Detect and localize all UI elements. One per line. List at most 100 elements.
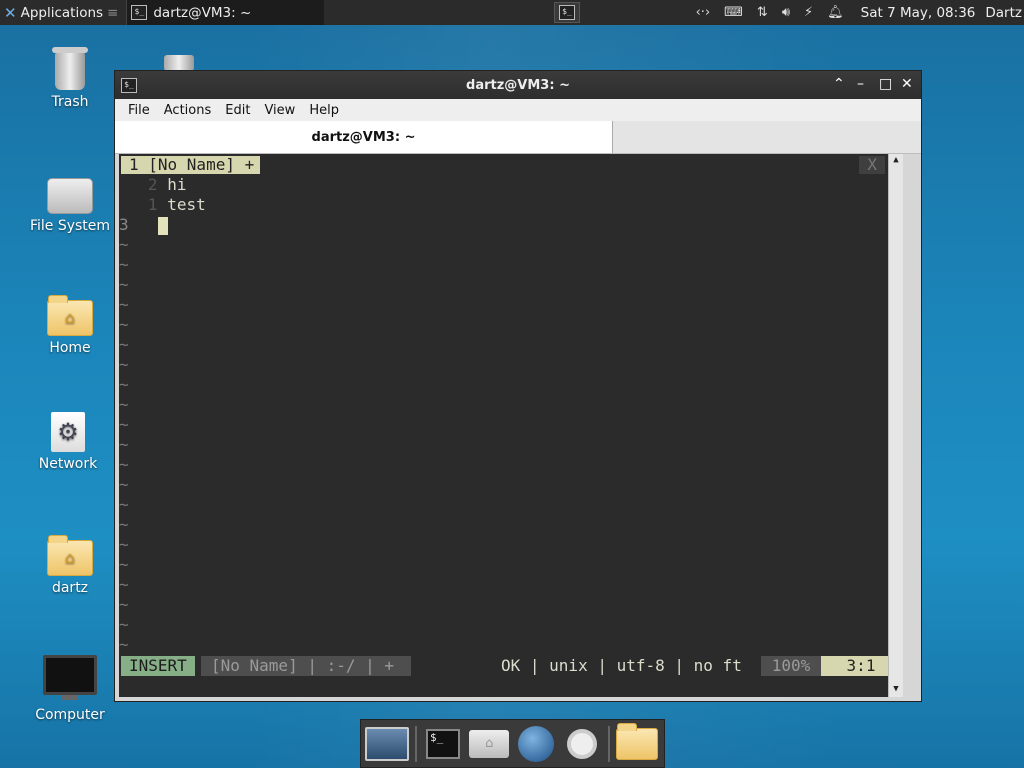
status-filename: [No Name] | :-/ | + xyxy=(201,656,411,676)
desktop-icon-network[interactable]: ⚙ Network xyxy=(18,412,118,472)
dock-web-browser[interactable] xyxy=(515,724,555,764)
magnifier-icon xyxy=(566,728,597,759)
menu-separator-icon: ≡ xyxy=(107,4,119,21)
vim-tilde-line: ~ xyxy=(119,395,129,414)
network-status-icon[interactable]: ‹·› xyxy=(696,5,711,20)
hard-drive-icon xyxy=(47,178,93,214)
vim-tilde-line: ~ xyxy=(119,235,129,254)
text-cursor xyxy=(157,216,168,235)
applications-menu[interactable]: ✕ Applications ≡ xyxy=(0,0,122,25)
network-gear-icon: ⚙ xyxy=(51,412,85,452)
terminal-area[interactable]: 1 [No Name] + X 2 hi 1 test 3 ~ ~ ~ ~ ~ ~ ~ ~ ~ ~… xyxy=(119,154,903,697)
home-folder-icon: ⌂ xyxy=(469,729,510,758)
desktop-icon-label: Trash xyxy=(51,94,89,110)
keyboard-icon[interactable]: ⌨ xyxy=(724,5,743,20)
tab-bar: dartz@VM3: ~ xyxy=(115,121,921,154)
globe-icon xyxy=(517,725,554,762)
dock-terminal[interactable]: $_ xyxy=(423,724,463,764)
status-mode: INSERT xyxy=(121,656,195,676)
vim-status-line: INSERT [No Name] | :-/ | + OK | unix | u… xyxy=(121,656,901,676)
home-folder-icon: ⌂ xyxy=(47,295,93,336)
vim-tilde-line: ~ xyxy=(119,515,129,534)
window-title: dartz@VM3: ~ xyxy=(466,77,570,93)
vim-tilde-line: ~ xyxy=(119,595,129,614)
top-panel: ✕ Applications ≡ $_ dartz@VM3: ~ $_ ‹·› … xyxy=(0,0,1024,25)
vim-tilde-line: ~ xyxy=(119,575,129,594)
vim-tilde-line: ~ xyxy=(119,415,129,434)
menu-edit[interactable]: Edit xyxy=(225,103,250,118)
terminal-window: $_ dartz@VM3: ~ ⌃ – □ ✕ File Actions Edi… xyxy=(114,70,922,702)
network-transfer-icon[interactable]: ⇅ xyxy=(757,5,768,20)
desktop-icon-label: Network xyxy=(38,456,98,472)
window-titlebar[interactable]: $_ dartz@VM3: ~ ⌃ – □ ✕ xyxy=(115,71,921,99)
vim-tilde-line: ~ xyxy=(119,535,129,554)
dock-separator xyxy=(415,725,417,762)
status-percent: 100% xyxy=(761,656,821,676)
desktop-icon-label: Computer xyxy=(35,707,105,723)
vim-tilde-line: ~ xyxy=(119,255,129,274)
clock[interactable]: Sat 7 May, 08:36 xyxy=(861,5,976,21)
tab-terminal[interactable]: dartz@VM3: ~ xyxy=(115,121,613,153)
menu-bar: File Actions Edit View Help xyxy=(115,99,921,121)
terminal-launcher-button[interactable]: $_ xyxy=(554,2,580,23)
taskbar-terminal-label: dartz@VM3: ~ xyxy=(153,4,252,21)
user-menu[interactable]: Dartz xyxy=(985,5,1022,21)
vim-close-tab[interactable]: X xyxy=(859,156,885,174)
vim-tilde-line: ~ xyxy=(119,475,129,494)
menu-view[interactable]: View xyxy=(264,103,295,118)
scrollbar[interactable]: ▲ ▼ xyxy=(888,154,903,697)
maximize-button[interactable]: □ xyxy=(879,76,892,92)
desktop-icon-home[interactable]: ⌂ Home xyxy=(20,295,120,356)
vim-tilde-line: ~ xyxy=(119,615,129,634)
volume-icon[interactable]: 🔊︎ xyxy=(782,5,790,20)
desktop-icon-computer[interactable]: Computer xyxy=(20,655,120,723)
vim-tilde-line: ~ xyxy=(119,435,129,454)
vim-buffer-tab[interactable]: 1 [No Name] + xyxy=(121,156,261,174)
shade-button[interactable]: ⌃ xyxy=(833,76,845,92)
desktop-icon-label: dartz xyxy=(51,580,89,596)
dock-search[interactable] xyxy=(562,724,602,764)
vim-tilde-line: ~ xyxy=(119,295,129,314)
desktop-icon-dartz[interactable]: ⌂ dartz xyxy=(20,535,120,596)
menu-file[interactable]: File xyxy=(128,103,150,118)
trash-icon xyxy=(52,47,88,90)
dock-file-manager[interactable]: ⌂ xyxy=(469,724,510,764)
computer-monitor-icon xyxy=(43,655,97,700)
show-desktop-icon xyxy=(365,726,409,761)
dock-show-desktop[interactable] xyxy=(365,724,409,764)
vim-tilde-line: ~ xyxy=(119,375,129,394)
scroll-up-icon[interactable]: ▲ xyxy=(889,154,903,166)
vim-tilde-line: ~ xyxy=(119,315,129,334)
system-tray: ‹·› ⌨ ⇅ 🔊︎ ⚡ 🔔︎ Sat 7 May, 08:36 Dartz xyxy=(689,0,1024,25)
taskbar-terminal-button[interactable]: $_ dartz@VM3: ~ xyxy=(126,0,325,25)
xfce-logo-icon: ✕ xyxy=(4,3,17,22)
notification-bell-icon[interactable]: 🔔︎ xyxy=(827,5,844,20)
terminal-icon: $_ xyxy=(131,5,148,20)
vim-tilde-line: ~ xyxy=(119,455,129,474)
menu-actions[interactable]: Actions xyxy=(164,103,212,118)
menu-help[interactable]: Help xyxy=(309,103,339,118)
minimize-button[interactable]: – xyxy=(857,76,864,92)
dock-separator xyxy=(608,725,610,762)
desktop-icon-file-system[interactable]: File System xyxy=(20,178,120,234)
vim-tilde-line: ~ xyxy=(119,275,129,294)
vim-line-current: 3 xyxy=(119,215,168,235)
vim-tilde-line: ~ xyxy=(119,355,129,374)
desktop-icon-label: Home xyxy=(49,340,91,356)
vim-tilde-line: ~ xyxy=(119,335,129,354)
desktop-icon-trash[interactable]: Trash xyxy=(20,47,120,110)
status-file-info: OK | unix | utf-8 | no ft xyxy=(501,656,742,675)
close-button[interactable]: ✕ xyxy=(901,76,913,92)
power-icon[interactable]: ⚡ xyxy=(804,5,813,20)
home-folder-icon: ⌂ xyxy=(47,535,93,576)
folder-icon xyxy=(615,722,658,760)
applications-label: Applications xyxy=(20,4,104,21)
dock-folder[interactable] xyxy=(615,722,658,764)
terminal-icon: $_ xyxy=(559,5,575,20)
vim-tilde-line: ~ xyxy=(119,495,129,514)
dock: $_ ⌂ xyxy=(360,719,665,768)
desktop-icon-label: File System xyxy=(29,218,111,234)
scroll-down-icon[interactable]: ▼ xyxy=(889,683,903,695)
vim-tilde-line: ~ xyxy=(119,635,129,654)
vim-tilde-line: ~ xyxy=(119,555,129,574)
